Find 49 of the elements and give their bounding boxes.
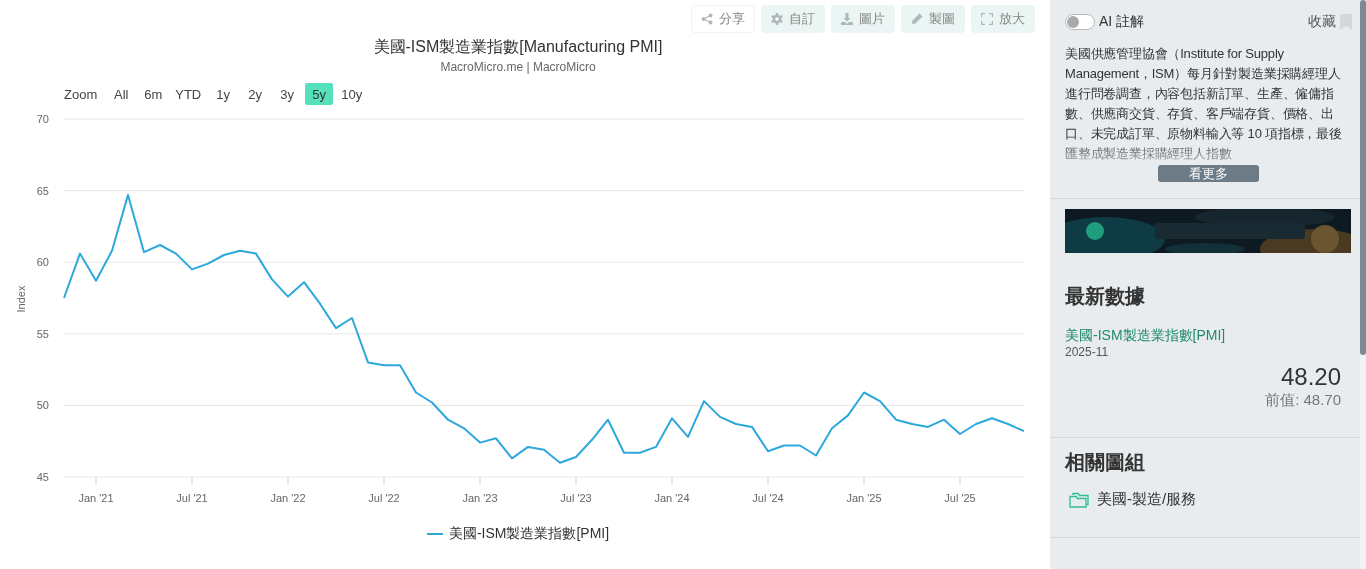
x-axis-label: Jan '21: [78, 492, 114, 504]
group-link[interactable]: 美國-製造/服務: [1097, 490, 1197, 509]
description-text: 美國供應管理協會（Institute for Supply Management，ISM）每月針對製造業採購經理人進行問卷調查，內容包括新訂單、生產、僱傭指數、供應商交貨、存貨、客戶端存貨、價格、出口、未完成訂單、原物料輸入等 10 項指標，最後匯整成製造業採購經理人指數: [1065, 45, 1343, 163]
chart-title: 美國-ISM製造業指數[Manufacturing PMI]: [372, 37, 664, 57]
toggle-label: AI 註解: [1099, 13, 1145, 31]
fullscreen-icon: [981, 13, 993, 25]
section-heading: 最新數據: [1065, 284, 1146, 309]
pencil-icon: [911, 13, 923, 25]
legend-label[interactable]: 美國-ISM製造業指數[PMI]: [448, 525, 610, 543]
share-icon: [701, 13, 713, 25]
x-axis-label: Jan '22: [270, 492, 306, 504]
show-more-button[interactable]: 看更多: [1158, 165, 1259, 182]
date-label: 2025-11: [1065, 345, 1110, 359]
range-button[interactable]: 1y: [209, 83, 238, 105]
latest-value: 48.20: [1279, 363, 1341, 391]
y-axis-label: 45: [36, 471, 49, 483]
y-axis-label: 50: [36, 399, 49, 412]
x-axis-label: Jul '22: [368, 492, 400, 504]
folder-icon: [1069, 491, 1089, 508]
legend-line-icon: [426, 533, 443, 535]
y-axis-title: Index: [15, 285, 27, 313]
y-axis-label: 60: [36, 256, 49, 269]
previous-value: 前值: 48.70: [1264, 391, 1341, 410]
y-axis-label: 65: [36, 184, 49, 197]
y-axis-label: 55: [36, 327, 49, 340]
zoom-label: Zoom: [64, 86, 98, 102]
range-button[interactable]: 3y: [273, 83, 302, 105]
settings-icon: [771, 13, 783, 25]
range-button[interactable]: 10y: [337, 83, 367, 105]
x-axis-label: Jan '23: [462, 492, 498, 504]
x-axis-label: Jul '23: [560, 492, 592, 504]
x-axis-label: Jan '25: [846, 492, 882, 504]
range-button[interactable]: 5y: [305, 83, 334, 105]
x-axis-label: Jul '25: [944, 492, 976, 504]
range-button[interactable]: YTD: [171, 83, 206, 105]
x-axis-label: Jul '24: [752, 492, 784, 504]
toggle-switch[interactable]: [1065, 14, 1095, 30]
download-icon: [841, 13, 853, 25]
range-button[interactable]: 2y: [241, 83, 270, 105]
section-heading: 相關圖組: [1065, 450, 1146, 475]
x-axis-label: Jan '24: [654, 492, 690, 504]
scrollbar-thumb[interactable]: [1360, 0, 1366, 355]
series-link[interactable]: 美國-ISM製造業指數[PMI]: [1065, 327, 1341, 345]
range-button[interactable]: All: [107, 83, 136, 105]
bookmark-label[interactable]: 收藏: [1308, 13, 1336, 31]
chart-subtitle: MacroMicro.me | MacroMicro: [439, 59, 597, 75]
x-axis-label: Jul '21: [176, 492, 208, 504]
range-button[interactable]: 6m: [139, 83, 168, 105]
y-axis-label: 70: [36, 113, 49, 125]
